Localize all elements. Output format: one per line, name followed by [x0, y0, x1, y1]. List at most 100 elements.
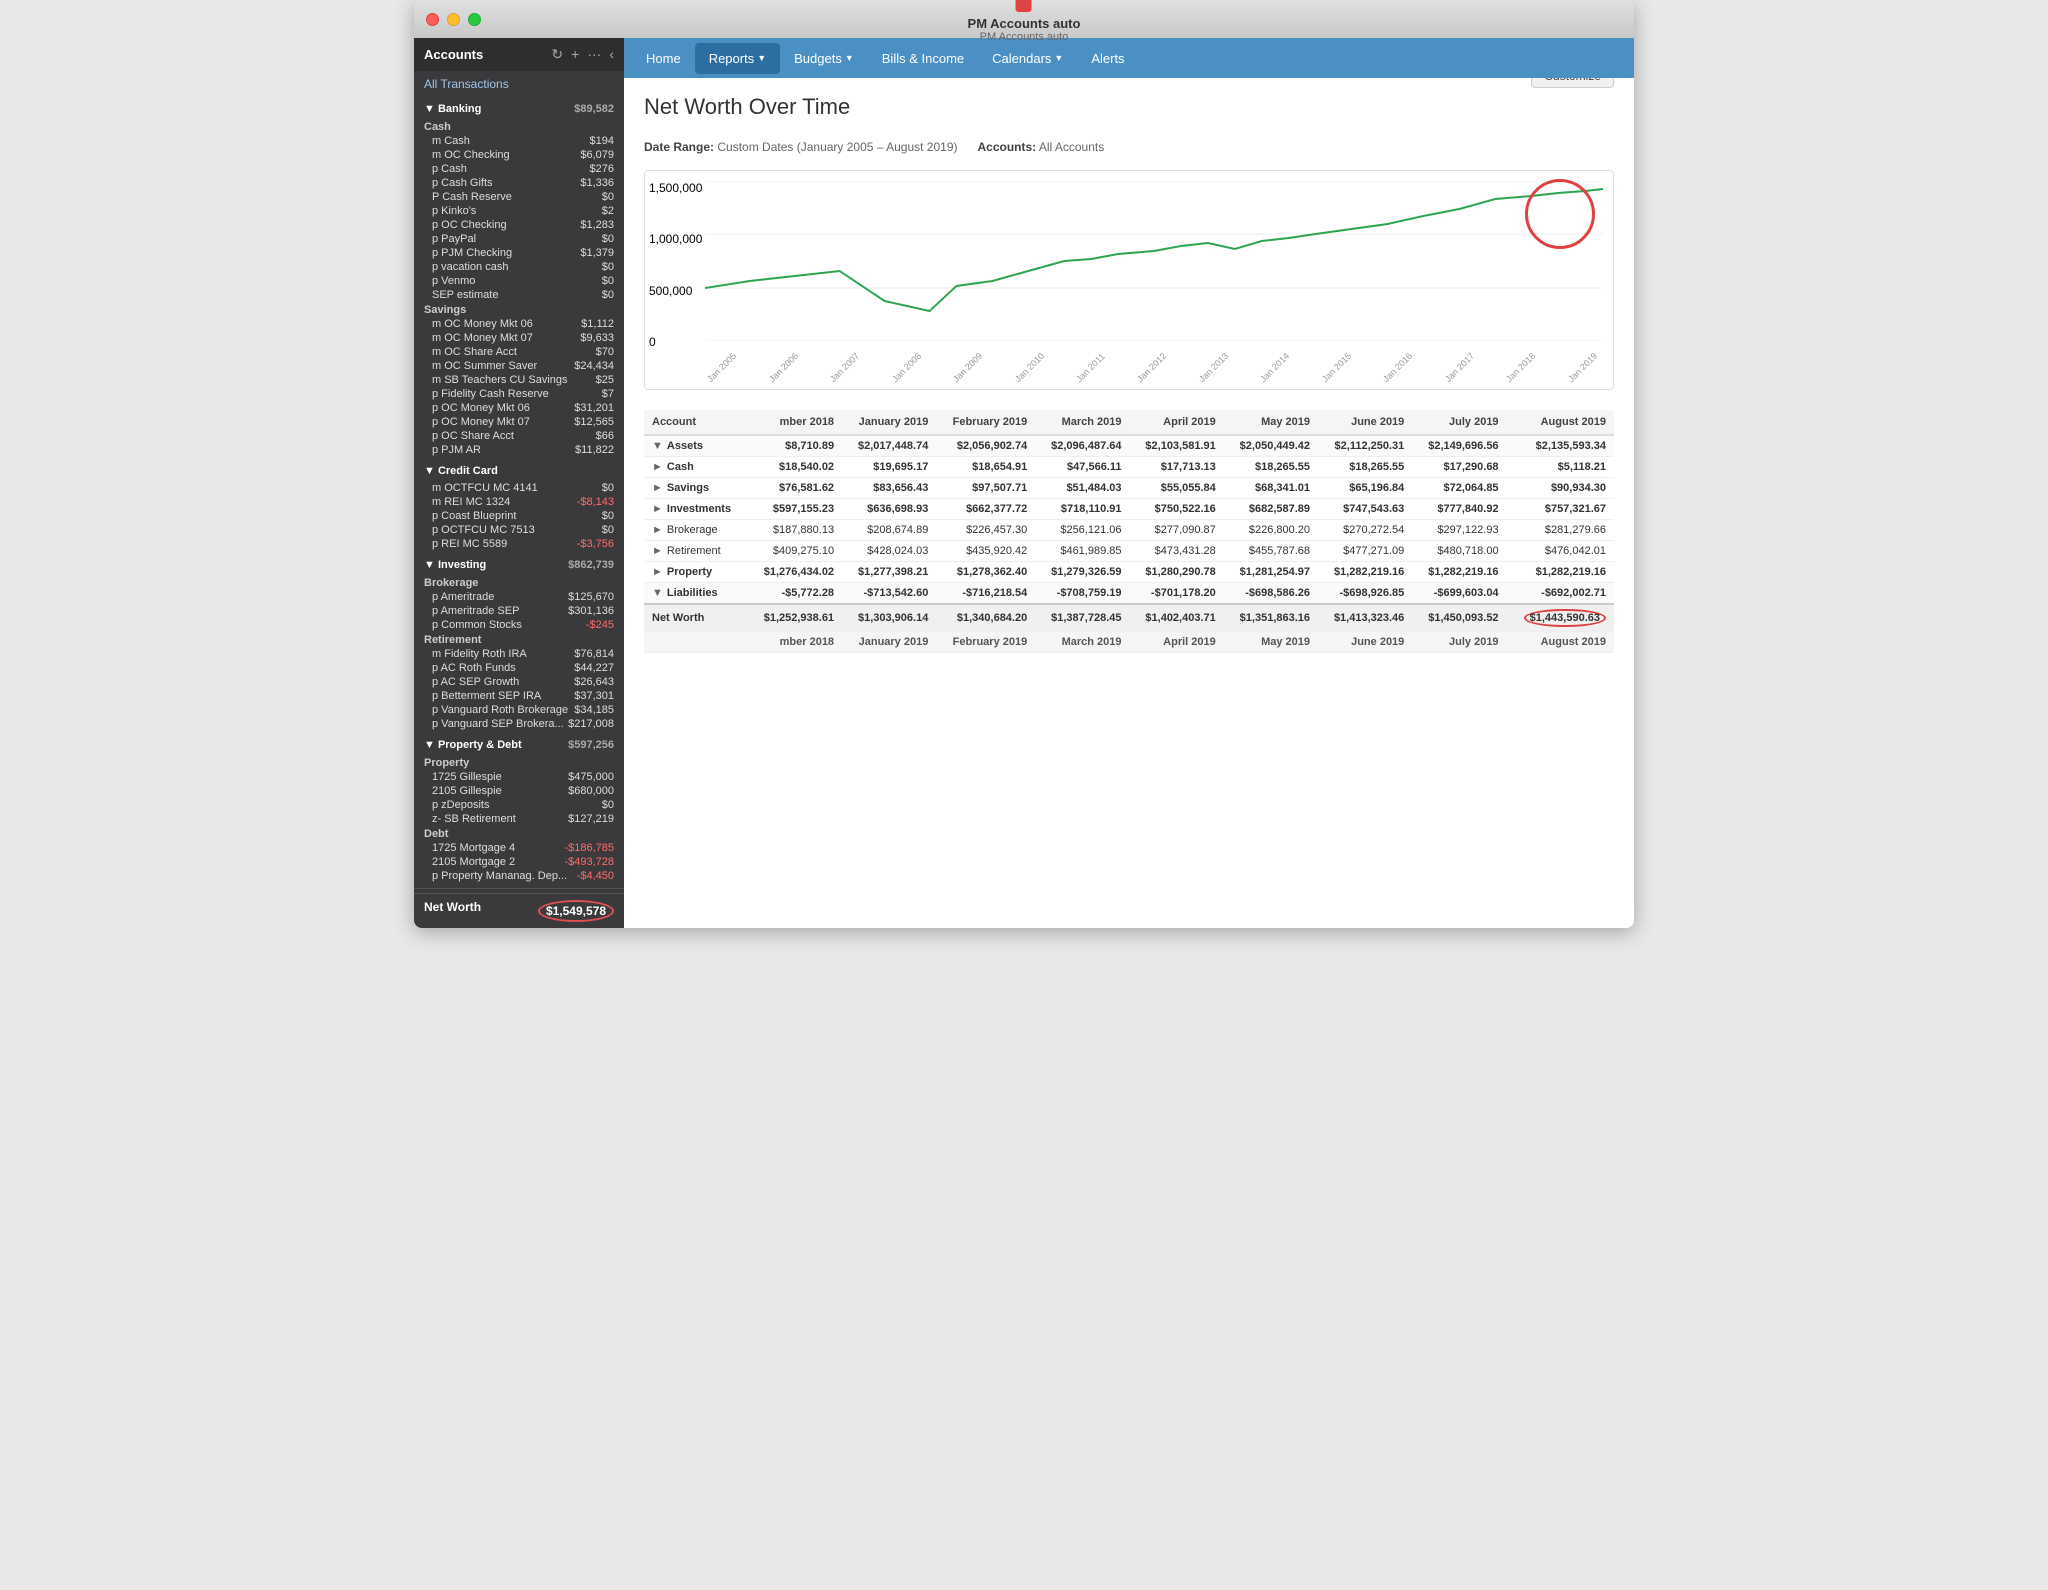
add-icon[interactable]: +	[571, 46, 579, 63]
nav-bills-income[interactable]: Bills & Income	[868, 43, 978, 74]
nav-budgets[interactable]: Budgets ▼	[780, 43, 868, 74]
list-item[interactable]: p PJM AR$11,822	[414, 443, 624, 457]
list-item[interactable]: m Fidelity Roth IRA$76,814	[414, 647, 624, 661]
nav-calendars[interactable]: Calendars ▼	[978, 43, 1077, 74]
cell: $2,149,696.56	[1412, 435, 1506, 457]
banking-header[interactable]: ▼ Banking $89,582	[414, 99, 624, 119]
list-item[interactable]: m OC Money Mkt 06$1,112	[414, 317, 624, 331]
table-row[interactable]: ►Property $1,276,434.02 $1,277,398.21 $1…	[644, 562, 1614, 583]
list-item[interactable]: m Cash$194	[414, 134, 624, 148]
list-item[interactable]: p PayPal$0	[414, 232, 624, 246]
close-button[interactable]	[426, 13, 439, 26]
list-item[interactable]: p Cash$276	[414, 162, 624, 176]
list-item[interactable]: p vacation cash$0	[414, 260, 624, 274]
list-item[interactable]: P Cash Reserve$0	[414, 190, 624, 204]
app-window: PM Accounts auto PM Accounts auto Accoun…	[414, 0, 1634, 928]
all-transactions-link[interactable]: All Transactions	[414, 71, 624, 97]
customize-button[interactable]: Customize	[1531, 78, 1614, 88]
list-item[interactable]: m OC Summer Saver$24,434	[414, 359, 624, 373]
table-row[interactable]: ►Retirement $409,275.10 $428,024.03 $435…	[644, 541, 1614, 562]
cell: $750,522.16	[1130, 499, 1224, 520]
list-item[interactable]: p OC Share Acct$66	[414, 429, 624, 443]
col-jun2019: June 2019	[1318, 410, 1412, 435]
cell: $2,096,487.64	[1035, 435, 1129, 457]
credit-card-label: ▼ Credit Card	[424, 465, 498, 477]
nav-reports[interactable]: Reports ▼	[695, 43, 780, 74]
minimize-button[interactable]	[447, 13, 460, 26]
list-item[interactable]: p Vanguard SEP Brokera...$217,008	[414, 717, 624, 731]
cell: -$699,603.04	[1412, 583, 1506, 605]
cell: $718,110.91	[1035, 499, 1129, 520]
list-item[interactable]: m OC Money Mkt 07$9,633	[414, 331, 624, 345]
list-item[interactable]: p Kinko's$2	[414, 204, 624, 218]
list-item[interactable]: p Vanguard Roth Brokerage$34,185	[414, 703, 624, 717]
col-feb2019: February 2019	[936, 410, 1035, 435]
list-item[interactable]: p Property Mananag. Dep...-$4,450	[414, 869, 624, 883]
list-item[interactable]: 2105 Gillespie$680,000	[414, 784, 624, 798]
table-row[interactable]: ▼Assets $8,710.89 $2,017,448.74 $2,056,9…	[644, 435, 1614, 457]
calendars-arrow: ▼	[1054, 53, 1063, 63]
investing-header[interactable]: ▼ Investing $862,739	[414, 555, 624, 575]
debt-sub-header: Debt	[414, 826, 624, 841]
cell: $1,281,254.97	[1224, 562, 1318, 583]
list-item[interactable]: p Coast Blueprint$0	[414, 509, 624, 523]
list-item[interactable]: p OC Checking$1,283	[414, 218, 624, 232]
list-item[interactable]: p AC SEP Growth$26,643	[414, 675, 624, 689]
table-row[interactable]: ►Brokerage $187,880.13 $208,674.89 $226,…	[644, 520, 1614, 541]
list-item[interactable]: p Ameritrade SEP$301,136	[414, 604, 624, 618]
list-item[interactable]: 2105 Mortgage 2-$493,728	[414, 855, 624, 869]
cell: $90,934.30	[1507, 478, 1614, 499]
date-range-filter: Date Range: Custom Dates (January 2005 –…	[644, 140, 958, 154]
cell: $83,656.43	[842, 478, 936, 499]
titlebar: PM Accounts auto PM Accounts auto	[414, 0, 1634, 38]
list-item[interactable]: p Ameritrade$125,670	[414, 590, 624, 604]
list-item[interactable]: p Common Stocks-$245	[414, 618, 624, 632]
main-area: Home Reports ▼ Budgets ▼ Bills & Income …	[624, 38, 1634, 928]
list-item[interactable]: p Cash Gifts$1,336	[414, 176, 624, 190]
list-item[interactable]: p Fidelity Cash Reserve$7	[414, 387, 624, 401]
table-row[interactable]: ►Savings $76,581.62 $83,656.43 $97,507.7…	[644, 478, 1614, 499]
nav-alerts[interactable]: Alerts	[1077, 43, 1138, 74]
cell: $1,280,290.78	[1130, 562, 1224, 583]
col-jan2019: January 2019	[842, 410, 936, 435]
table-row[interactable]: ►Cash $18,540.02 $19,695.17 $18,654.91 $…	[644, 457, 1614, 478]
row-label: ▼Liabilities	[644, 583, 748, 605]
list-item[interactable]: SEP estimate$0	[414, 288, 624, 302]
property-debt-header[interactable]: ▼ Property & Debt $597,256	[414, 735, 624, 755]
x-label: Jan 2019	[1566, 351, 1599, 384]
cell: $270,272.54	[1318, 520, 1412, 541]
list-item[interactable]: m SB Teachers CU Savings$25	[414, 373, 624, 387]
x-label: Jan 2013	[1197, 351, 1230, 384]
list-item[interactable]: m REI MC 1324-$8,143	[414, 495, 624, 509]
investing-label: ▼ Investing	[424, 559, 486, 571]
cell: $1,340,684.20	[936, 604, 1035, 632]
net-worth-label: Net Worth	[424, 900, 481, 922]
table-row[interactable]: ►Investments $597,155.23 $636,698.93 $66…	[644, 499, 1614, 520]
list-item[interactable]: m OC Share Acct$70	[414, 345, 624, 359]
list-item[interactable]: p OC Money Mkt 06$31,201	[414, 401, 624, 415]
x-label: Jan 2018	[1504, 351, 1537, 384]
more-icon[interactable]: ···	[587, 46, 601, 63]
collapse-icon[interactable]: ‹	[609, 46, 614, 63]
refresh-icon[interactable]: ↻	[551, 46, 563, 63]
credit-card-header[interactable]: ▼ Credit Card	[414, 461, 624, 481]
list-item[interactable]: 1725 Gillespie$475,000	[414, 770, 624, 784]
table-row[interactable]: ▼Liabilities -$5,772.28 -$713,542.60 -$7…	[644, 583, 1614, 605]
list-item[interactable]: m OC Checking$6,079	[414, 148, 624, 162]
maximize-button[interactable]	[468, 13, 481, 26]
list-item[interactable]: p REI MC 5589-$3,756	[414, 537, 624, 551]
list-item[interactable]: 1725 Mortgage 4-$186,785	[414, 841, 624, 855]
list-item[interactable]: p PJM Checking$1,379	[414, 246, 624, 260]
table-footer-row: mber 2018 January 2019 February 2019 Mar…	[644, 632, 1614, 653]
list-item[interactable]: p Venmo$0	[414, 274, 624, 288]
list-item[interactable]: p AC Roth Funds$44,227	[414, 661, 624, 675]
list-item[interactable]: p zDeposits$0	[414, 798, 624, 812]
list-item[interactable]: p OCTFCU MC 7513$0	[414, 523, 624, 537]
list-item[interactable]: z- SB Retirement$127,219	[414, 812, 624, 826]
window-title: PM Accounts auto	[968, 16, 1081, 31]
list-item[interactable]: p Betterment SEP IRA$37,301	[414, 689, 624, 703]
sidebar-header: Accounts ↻ + ··· ‹	[414, 38, 624, 71]
nav-home[interactable]: Home	[632, 43, 695, 74]
list-item[interactable]: p OC Money Mkt 07$12,565	[414, 415, 624, 429]
list-item[interactable]: m OCTFCU MC 4141$0	[414, 481, 624, 495]
